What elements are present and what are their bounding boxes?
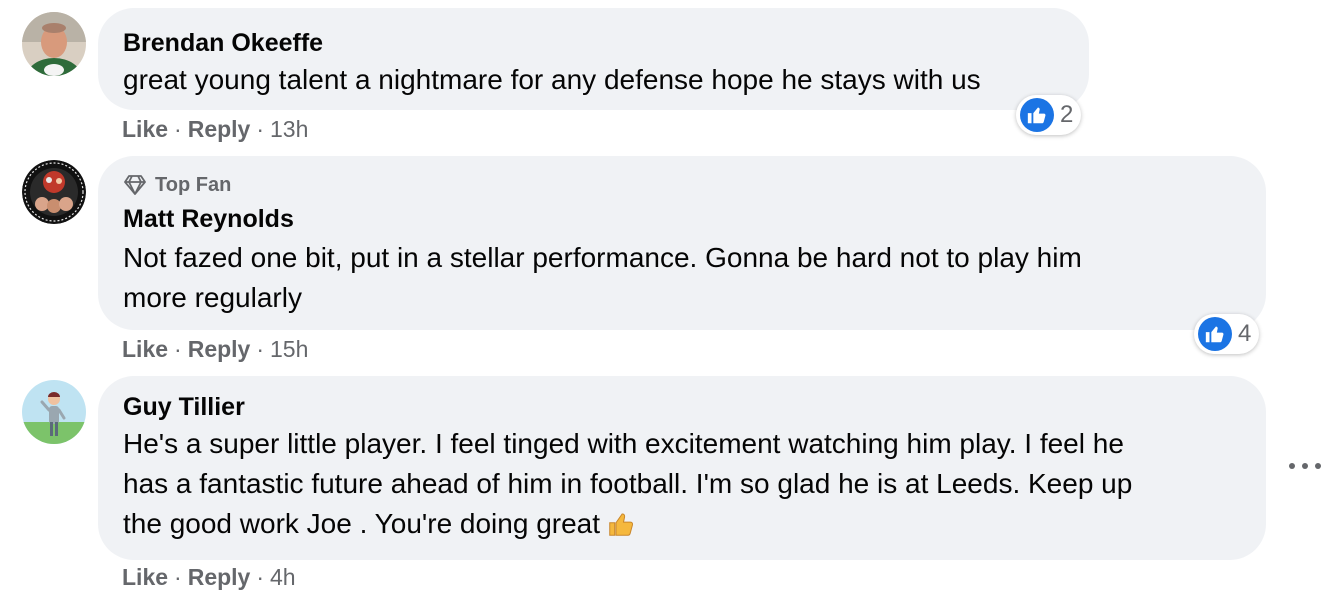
comment-text: the good work Joe . You're doing great — [123, 508, 601, 539]
avatar-guy[interactable] — [22, 380, 86, 444]
more-dot — [1289, 463, 1295, 469]
like-button[interactable]: Like — [122, 336, 168, 362]
top-fan-badge: Top Fan — [123, 172, 1242, 198]
thumbs-up-emoji — [609, 513, 634, 536]
timestamp[interactable]: 15h — [270, 336, 308, 362]
separator: · — [174, 564, 182, 590]
more-dot — [1302, 463, 1308, 469]
comment-author[interactable]: Matt Reynolds — [123, 204, 1242, 234]
comment-actions: Like · Reply · 4h — [122, 562, 296, 592]
timestamp[interactable]: 13h — [270, 116, 308, 142]
like-button[interactable]: Like — [122, 116, 168, 142]
reaction-count: 4 — [1238, 320, 1252, 347]
separator: · — [174, 336, 182, 362]
comment-text: great young talent a nightmare for any d… — [123, 64, 981, 95]
separator: · — [256, 336, 265, 362]
comment-author[interactable]: Guy Tillier — [123, 392, 1242, 422]
top-fan-label: Top Fan — [155, 173, 232, 196]
reply-button[interactable]: Reply — [188, 564, 251, 590]
comment-bubble: Guy Tillier He's a super little player. … — [98, 376, 1266, 560]
separator: · — [256, 564, 265, 590]
comment-text-line: has a fantastic future ahead of him in f… — [123, 468, 1133, 499]
like-thumb-icon — [1198, 317, 1232, 351]
avatar-matt[interactable] — [22, 160, 86, 224]
like-thumb-icon — [1020, 98, 1054, 132]
more-options-icon[interactable] — [1289, 456, 1321, 476]
timestamp[interactable]: 4h — [270, 564, 296, 590]
comment-actions: Like · Reply · 13h — [122, 114, 308, 144]
comment-bubble: Brendan Okeeffe great young talent a nig… — [98, 8, 1089, 110]
reaction-count-badge[interactable]: 4 — [1194, 314, 1260, 354]
comment-text-line-with-emoji: the good work Joe . You're doing great — [123, 504, 1242, 544]
comment-text-line: more regularly — [123, 282, 302, 313]
reply-button[interactable]: Reply — [188, 116, 251, 142]
comment-bubble: Top Fan Matt Reynolds Not fazed one bit,… — [98, 156, 1266, 330]
separator: · — [174, 116, 182, 142]
avatar-brendan[interactable] — [22, 12, 86, 76]
comment-actions: Like · Reply · 15h — [122, 334, 308, 364]
comment-text-line: He's a super little player. I feel tinge… — [123, 428, 1124, 459]
reaction-count: 2 — [1060, 101, 1074, 128]
comment-author[interactable]: Brendan Okeeffe — [123, 28, 1065, 58]
more-dot — [1315, 463, 1321, 469]
reply-button[interactable]: Reply — [188, 336, 251, 362]
like-button[interactable]: Like — [122, 564, 168, 590]
diamond-icon — [124, 175, 146, 195]
reaction-count-badge[interactable]: 2 — [1016, 95, 1082, 135]
comment-text-line: Not fazed one bit, put in a stellar perf… — [123, 242, 1082, 273]
separator: · — [256, 116, 265, 142]
